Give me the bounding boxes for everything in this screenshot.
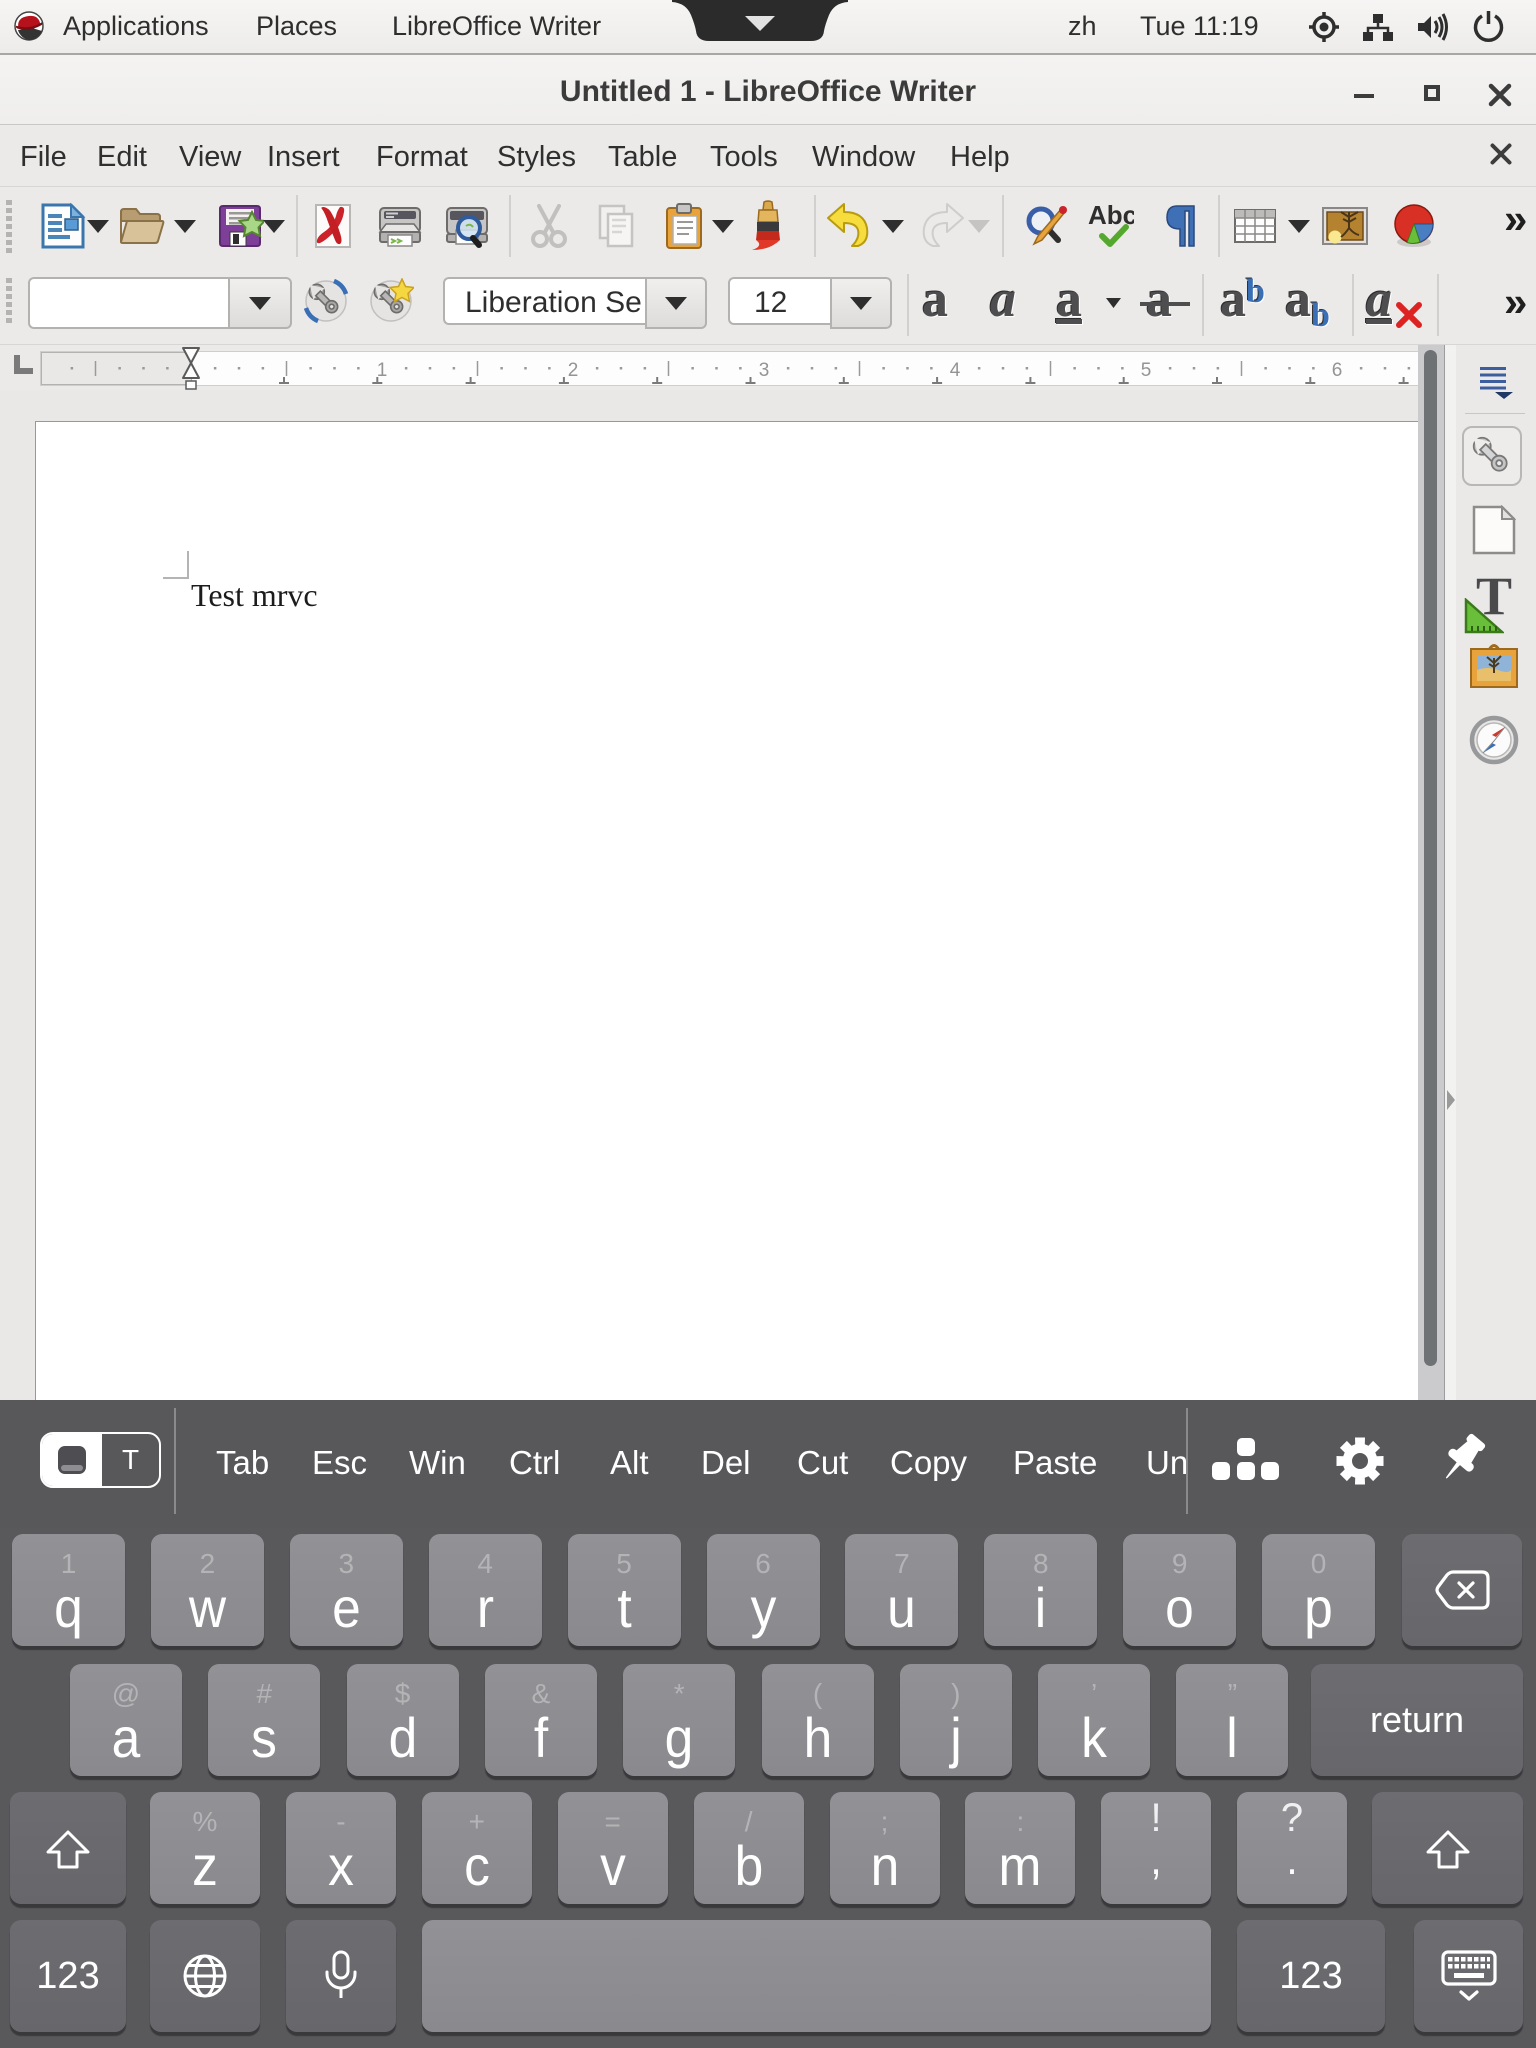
svg-text:5: 5 (1141, 360, 1152, 381)
svg-text:6: 6 (1332, 360, 1343, 381)
svg-text:4: 4 (950, 360, 961, 381)
svg-text:2: 2 (568, 360, 579, 381)
svg-text:3: 3 (759, 360, 770, 381)
